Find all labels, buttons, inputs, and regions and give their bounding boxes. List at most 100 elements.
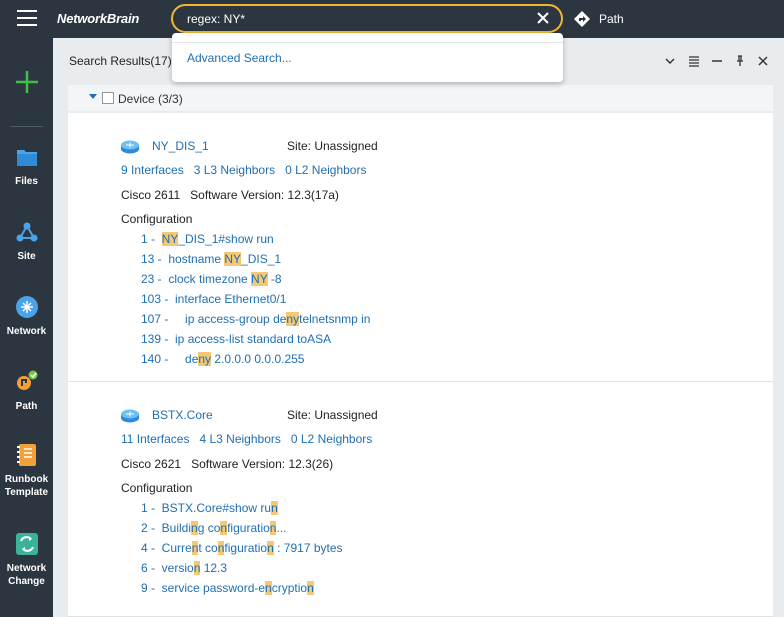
- config-text: NY: [251, 272, 268, 286]
- add-icon[interactable]: [15, 70, 39, 94]
- model-number: 2621: [154, 457, 182, 471]
- close-icon[interactable]: [757, 55, 769, 67]
- advanced-search-link[interactable]: Advanced Search...: [187, 51, 292, 65]
- config-line[interactable]: 6 - version 12.3: [141, 561, 227, 575]
- list-icon[interactable]: [688, 55, 700, 67]
- runbook-icon: [16, 444, 36, 466]
- sidebar-item-label: Runbook Template: [4, 474, 49, 498]
- config-text: NY: [224, 252, 242, 266]
- device-links: 9 Interfaces 3 L3 Neighbors 0 L2 Neighbors: [121, 163, 376, 177]
- config-line[interactable]: 4 - Current configuration : 7917 bytes: [141, 541, 343, 555]
- pin-icon[interactable]: [734, 55, 746, 67]
- config-line[interactable]: 1 - NY_DIS_1#show run: [141, 232, 274, 246]
- dropdown-divider: [172, 42, 563, 43]
- path-button[interactable]: Path: [573, 8, 624, 30]
- group-checkbox[interactable]: [102, 92, 114, 104]
- device-link[interactable]: 4 L3 Neighbors: [199, 432, 280, 446]
- config-text: 23 - clock timezone: [141, 272, 252, 286]
- config-line[interactable]: 23 - clock timezone NY -8: [141, 272, 282, 286]
- sidebar-item-site[interactable]: Site: [0, 220, 53, 263]
- config-text: figuratio: [227, 521, 270, 535]
- config-text: 13 - hostname: [141, 252, 225, 266]
- sidebar-item-runbook-template[interactable]: Runbook Template: [0, 443, 53, 499]
- search-box[interactable]: [171, 4, 563, 33]
- config-title: Configuration: [121, 212, 193, 226]
- search-input[interactable]: [187, 10, 527, 28]
- config-line[interactable]: 140 - deny 2.0.0.0 0.0.0.255: [141, 352, 304, 366]
- config-text: ny: [198, 352, 212, 366]
- config-text: cryptio: [271, 581, 308, 595]
- device-group-row[interactable]: Device (3/3): [68, 85, 773, 111]
- config-line[interactable]: 1 - BSTX.Core#show run: [141, 501, 278, 515]
- device-name-link[interactable]: BSTX.Core: [152, 408, 213, 422]
- config-text: 6 - versio: [141, 561, 194, 575]
- config-text: n: [265, 581, 272, 595]
- path-label: Path: [599, 12, 624, 26]
- device-link[interactable]: 0 L2 Neighbors: [285, 163, 366, 177]
- config-text: n: [307, 581, 314, 595]
- sidebar-divider: [10, 126, 43, 127]
- config-text: 107 - ip access-group de: [141, 312, 287, 326]
- device-link[interactable]: 0 L2 Neighbors: [291, 432, 372, 446]
- device-site: Site: Unassigned: [287, 139, 378, 153]
- group-label: Device (3/3): [118, 92, 183, 106]
- config-line[interactable]: 139 - ip access-list standard toASA: [141, 332, 331, 346]
- vendor: Cisco: [121, 457, 152, 471]
- config-text: NY: [161, 232, 179, 246]
- sidebar-item-network[interactable]: Network: [0, 295, 53, 338]
- sidebar-item-label: Network Change: [6, 563, 47, 587]
- sidebar-item-label: Network: [6, 326, 47, 337]
- config-line[interactable]: 13 - hostname NY_DIS_1: [141, 252, 281, 266]
- device-links: 11 Interfaces 4 L3 Neighbors 0 L2 Neighbor…: [121, 432, 382, 446]
- site-icon: [16, 222, 37, 242]
- config-text: 103 - interface Ethernet0/1: [141, 292, 287, 306]
- device-link[interactable]: 9 Interfaces: [121, 163, 184, 177]
- sidebar-item-files[interactable]: Files: [0, 145, 53, 188]
- expand-caret-icon[interactable]: [89, 94, 97, 99]
- config-text: 9 - service password-e: [141, 581, 266, 595]
- config-text: 2.0.0.0 0.0.0.255: [211, 352, 305, 366]
- device-site: Site: Unassigned: [287, 408, 378, 422]
- config-text: figuratio: [224, 541, 268, 555]
- config-text: n: [191, 521, 198, 535]
- device-name-link[interactable]: NY_DIS_1: [152, 139, 209, 153]
- config-text: t co: [198, 541, 218, 555]
- path-diamond-icon: [574, 11, 590, 27]
- vendor: Cisco: [121, 188, 152, 202]
- config-text: ny: [286, 312, 300, 326]
- device-model: Cisco 2611 Software Version: 12.3(17a): [121, 188, 339, 202]
- sidebar-item-network-change[interactable]: Network Change: [0, 532, 53, 588]
- results-list: NY_DIS_1 Site: Unassigned 9 Interfaces 3 L3…: [68, 113, 773, 617]
- config-line[interactable]: 103 - interface Ethernet0/1: [141, 292, 286, 306]
- close-icon[interactable]: [535, 10, 551, 26]
- config-text: g co: [197, 521, 221, 535]
- panel-title: Search Results(17): [69, 54, 172, 68]
- device-card: BSTX.Core Site: Unassigned 11 Interfaces 4 …: [68, 382, 773, 617]
- menu-icon[interactable]: [17, 10, 37, 26]
- config-text: 139 - ip access-list standard toASA: [141, 332, 332, 346]
- config-text: _DIS_1#show run: [178, 232, 274, 246]
- sidebar-item-label: Path: [15, 401, 38, 412]
- config-text: : 7917 bytes: [273, 541, 343, 555]
- config-line[interactable]: 2 - Building configuration...: [141, 521, 287, 535]
- config-text: n: [267, 541, 274, 555]
- config-text: ...: [276, 521, 287, 535]
- device-link[interactable]: 3 L3 Neighbors: [194, 163, 275, 177]
- config-text: 1 -: [141, 232, 162, 246]
- sidebar-item-path[interactable]: Path: [0, 370, 53, 413]
- path-icon: [16, 370, 37, 390]
- software-version: Software Version: 12.3(17a): [190, 188, 339, 202]
- config-text: 140 - de: [141, 352, 199, 366]
- router-icon: [121, 409, 139, 423]
- config-text: 4 - Curre: [141, 541, 192, 555]
- device-link[interactable]: 11 Interfaces: [121, 432, 189, 446]
- config-line[interactable]: 9 - service password-encryption: [141, 581, 314, 595]
- minimize-icon[interactable]: [711, 55, 723, 67]
- config-text: n: [271, 501, 278, 515]
- app-logo: NetworkBrain: [57, 11, 140, 26]
- chevron-down-icon[interactable]: [664, 55, 676, 67]
- software-version: Software Version: 12.3(26): [191, 457, 334, 471]
- sidebar-item-label: Site: [17, 251, 36, 262]
- config-line[interactable]: 107 - ip access-group denytelnetsnmp in: [141, 312, 370, 326]
- sidebar-item-label: Files: [15, 176, 38, 187]
